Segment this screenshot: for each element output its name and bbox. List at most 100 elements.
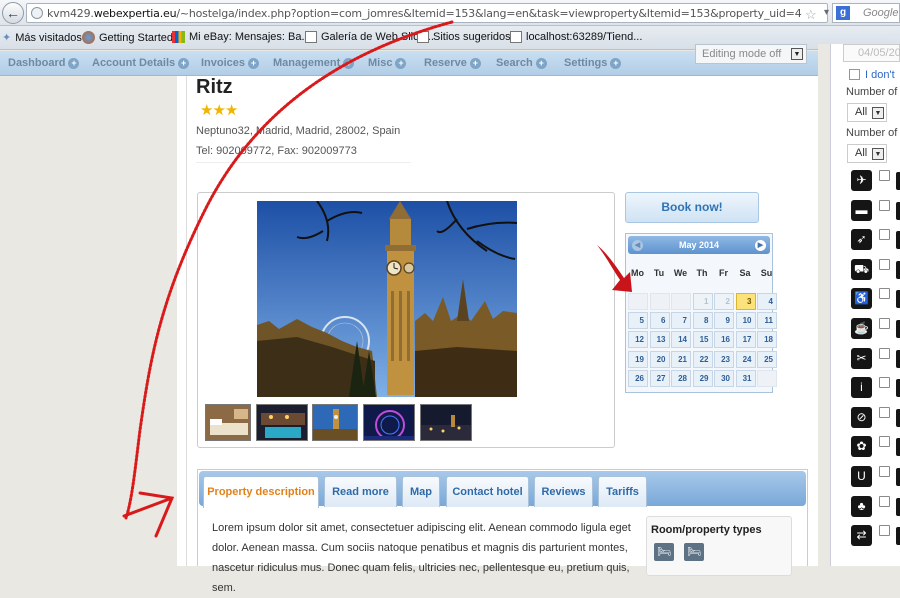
flexible-dates-label[interactable]: I don't [865, 69, 895, 81]
main-property-photo[interactable] [257, 201, 517, 397]
tab-read-more[interactable]: Read more [324, 476, 397, 507]
calendar-day[interactable]: 7 [671, 312, 691, 329]
bookmark-mas-visitados[interactable]: ✦ Más visitados [2, 31, 82, 45]
number-select-1[interactable]: All ▼ [847, 103, 887, 122]
feature-checkbox[interactable] [879, 377, 890, 389]
feature-checkbox[interactable] [879, 170, 890, 181]
feature-checkbox[interactable] [879, 199, 890, 211]
tab-contact-hotel[interactable]: Contact hotel [446, 476, 529, 507]
tab-tariffs[interactable]: Tariffs [598, 476, 647, 507]
menu-invoices[interactable]: Invoices + [201, 57, 260, 69]
flexible-dates-checkbox[interactable] [849, 69, 860, 80]
bookmark-galeria-web-slice[interactable]: Galería de Web Slice... [305, 31, 434, 43]
calendar-next-icon[interactable]: ▶ [755, 240, 766, 251]
calendar-day[interactable]: 17 [735, 331, 756, 348]
editing-mode-select[interactable]: Editing mode off ▼ [695, 44, 807, 64]
tab-map[interactable]: Map [402, 476, 440, 507]
calendar-day[interactable]: 24 [735, 351, 756, 368]
bookmark-star-icon[interactable]: ☆ [805, 7, 817, 23]
tab-property-description[interactable]: Property description [203, 476, 319, 508]
calendar-day[interactable]: 2 [714, 293, 734, 310]
feature-checkbox[interactable] [879, 466, 890, 477]
calendar-day[interactable]: 4 [757, 293, 777, 310]
feature-icon-cutoff [896, 379, 900, 398]
arrival-date-field[interactable]: 04/05/20 [843, 44, 900, 62]
feature-checkbox[interactable] [879, 347, 890, 359]
calendar-day[interactable]: 15 [692, 331, 713, 348]
calendar-day[interactable]: 27 [649, 370, 670, 387]
thumbnail-pool-night[interactable] [256, 404, 308, 441]
calendar-day[interactable]: 22 [692, 351, 713, 368]
calendar-day[interactable]: 20 [649, 351, 670, 368]
feature-checkbox[interactable] [879, 436, 890, 448]
calendar-day[interactable]: 3 [735, 293, 756, 310]
feature-checkbox[interactable] [879, 288, 890, 300]
calendar-day[interactable]: 12 [628, 331, 648, 348]
calendar-day[interactable]: 30 [714, 370, 734, 387]
number-of-label: Number of [846, 86, 898, 98]
book-now-button[interactable]: Book now! [625, 192, 759, 223]
bookmark-ebay[interactable]: Mi eBay: Mensajes: Ba... [172, 31, 311, 43]
feature-icon-cutoff [896, 290, 900, 309]
google-logo-icon[interactable]: g [836, 6, 850, 20]
site-identity-icon[interactable] [31, 7, 43, 19]
calendar-day[interactable]: 31 [735, 370, 756, 387]
calendar-day[interactable]: 18 [757, 331, 777, 348]
calendar-day[interactable]: 13 [649, 331, 670, 348]
bed-icon[interactable]: 🛏 [684, 543, 704, 561]
feature-checkbox[interactable] [879, 406, 890, 418]
calendar-day[interactable]: 16 [714, 331, 734, 348]
thumbnail-london-eye[interactable] [363, 404, 415, 441]
shuttle-icon: ⇄ [851, 525, 872, 547]
calendar-day[interactable]: 14 [671, 331, 691, 348]
thumbnail-city-night[interactable] [420, 404, 472, 441]
number-select-2[interactable]: All ▼ [847, 144, 887, 163]
calendar-day[interactable]: 23 [714, 351, 734, 368]
feature-checkbox[interactable] [879, 495, 890, 507]
column-divider [186, 76, 187, 566]
bed-icon[interactable]: 🛏 [654, 543, 674, 561]
calendar-empty-cell [757, 370, 777, 387]
menu-settings[interactable]: Settings + [564, 57, 622, 69]
bookmark-sitios-sugeridos[interactable]: Sitios sugeridos [417, 31, 511, 43]
calendar-day[interactable]: 6 [649, 312, 670, 329]
thumbnail-bedroom[interactable] [205, 404, 251, 441]
weekday-label: Fr [719, 268, 728, 278]
room-types-box: Room/property types 🛏 🛏 [646, 516, 792, 576]
menu-account-details[interactable]: Account Details + [92, 57, 190, 69]
address-field[interactable]: kvm429.webexpertia.eu/~hostelga/index.ph… [26, 3, 848, 23]
menu-dashboard[interactable]: Dashboard + [8, 57, 80, 69]
calendar-day[interactable]: 10 [735, 312, 756, 329]
calendar-day[interactable]: 11 [757, 312, 777, 329]
feature-checkbox[interactable] [879, 318, 890, 329]
feature-checkbox[interactable] [879, 525, 890, 537]
browser-url-bar: ← kvm429.webexpertia.eu/~hostelga/index.… [0, 0, 900, 26]
menu-search[interactable]: Search + [496, 57, 547, 69]
calendar-header: ◀ May 2014 ▶ [628, 236, 770, 254]
calendar-day[interactable]: 25 [757, 351, 777, 368]
calendar-day[interactable]: 29 [692, 370, 713, 387]
menu-misc[interactable]: Misc + [368, 57, 407, 69]
column-gap [818, 44, 830, 566]
calendar-day[interactable]: 9 [714, 312, 734, 329]
back-button[interactable]: ← [2, 2, 24, 24]
calendar-day[interactable]: 1 [692, 293, 713, 310]
calendar-day[interactable]: 19 [628, 351, 648, 368]
thumbnail-big-ben[interactable] [312, 404, 358, 441]
menu-management[interactable]: Management + [273, 57, 355, 69]
tab-reviews[interactable]: Reviews [534, 476, 593, 507]
calendar-empty-cell [649, 293, 670, 310]
calendar-day[interactable]: 8 [692, 312, 713, 329]
bookmark-getting-started[interactable]: Getting Started [82, 31, 173, 44]
feature-checkbox[interactable] [879, 229, 890, 241]
bookmark-localhost[interactable]: localhost:63289/Tiend... [510, 31, 642, 43]
calendar-day[interactable]: 5 [628, 312, 648, 329]
history-dropdown-icon[interactable]: ▾ [824, 7, 829, 18]
feature-checkbox[interactable] [879, 258, 890, 270]
search-field[interactable]: g Google [832, 3, 900, 23]
calendar-prev-icon[interactable]: ◀ [632, 240, 643, 251]
menu-reserve[interactable]: Reserve + [424, 57, 481, 69]
calendar-day[interactable]: 28 [671, 370, 691, 387]
calendar-day[interactable]: 26 [628, 370, 648, 387]
calendar-day[interactable]: 21 [671, 351, 691, 368]
